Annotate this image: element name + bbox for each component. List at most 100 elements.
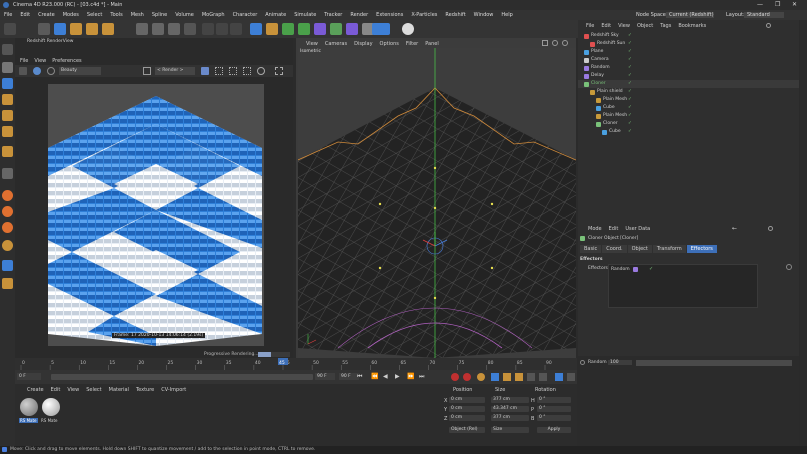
coord-mode-dropdown[interactable]: Object (Rel)	[449, 427, 485, 433]
visibility-check-icon[interactable]: ✓	[628, 105, 632, 110]
rv-grid-icon[interactable]	[215, 67, 223, 75]
menu-extensions[interactable]: Extensions	[376, 12, 403, 18]
redshift-s-icon[interactable]	[2, 222, 13, 233]
minimize-button[interactable]: —	[757, 1, 763, 8]
attr-menu-user-data[interactable]: User Data	[625, 226, 650, 232]
rv-compare-icon[interactable]	[243, 67, 251, 75]
tab-coord[interactable]: Coord.	[602, 245, 627, 253]
render-view-icon[interactable]	[216, 23, 228, 35]
key-pla-icon[interactable]	[539, 373, 547, 381]
key-param-icon[interactable]	[527, 373, 535, 381]
object-row[interactable]: Cube ✓	[578, 104, 799, 112]
menu-simulate[interactable]: Simulate	[294, 12, 316, 18]
redshift-icon[interactable]	[2, 190, 13, 201]
visibility-check-icon[interactable]: ✓	[628, 57, 632, 62]
visibility-check-icon[interactable]: ✓	[628, 113, 632, 118]
goto-end-icon[interactable]: ⏭	[419, 373, 424, 381]
goto-start-icon[interactable]: ⏮	[357, 373, 362, 381]
visibility-check-icon[interactable]: ✓	[628, 65, 632, 70]
tab-object[interactable]: Object	[627, 245, 652, 253]
rv-render-dropdown[interactable]: < Render >	[155, 67, 195, 75]
vp-menu-panel[interactable]: Panel	[425, 41, 439, 47]
object-row[interactable]: Camera ✓	[578, 56, 799, 64]
layout-dropdown[interactable]: Standard	[744, 12, 784, 18]
rv-circle-icon[interactable]	[257, 67, 265, 75]
random-param-slider[interactable]	[636, 360, 792, 366]
key-pos-icon[interactable]	[491, 373, 499, 381]
vp-menu-view[interactable]: View	[306, 41, 318, 47]
cube-icon[interactable]	[250, 23, 262, 35]
play-icon[interactable]: ▶	[395, 373, 400, 380]
current-frame-field[interactable]: 0 F	[17, 373, 41, 380]
menu-tools[interactable]: Tools	[110, 12, 122, 18]
mat-menu-material[interactable]: Material	[109, 387, 129, 393]
random-param-value[interactable]: 100	[608, 360, 632, 365]
timeline-expand-icon[interactable]	[567, 373, 575, 381]
polygons-mode-icon[interactable]	[2, 126, 13, 137]
position-z-field[interactable]: 0 cm	[449, 415, 485, 421]
menu-select[interactable]: Select	[87, 12, 102, 18]
om-menu-view[interactable]: View	[618, 23, 630, 29]
workplane-icon[interactable]	[2, 260, 13, 271]
undo-icon[interactable]	[4, 23, 16, 35]
rv-menu-file[interactable]: File	[20, 58, 28, 64]
object-row[interactable]: Cloner ✓	[578, 80, 799, 88]
lock-icon[interactable]	[2, 278, 13, 289]
points-mode-icon[interactable]	[2, 94, 13, 105]
floor-icon[interactable]	[372, 23, 390, 35]
move-icon[interactable]	[54, 23, 66, 35]
tab-basic[interactable]: Basic	[580, 245, 602, 253]
object-row[interactable]: Cube ✓	[578, 128, 799, 136]
menu-file[interactable]: File	[4, 12, 12, 18]
menu-modes[interactable]: Modes	[63, 12, 79, 18]
mat-menu-select[interactable]: Select	[86, 387, 101, 393]
viewport-zoom-icon[interactable]	[552, 40, 558, 46]
om-menu-bookmarks[interactable]: Bookmarks	[678, 23, 706, 29]
object-row[interactable]: Plain Mesh ✓	[578, 112, 799, 120]
viewport-canvas[interactable]: Isometric	[298, 48, 576, 358]
object-row[interactable]: Redshift Sky ✓	[578, 32, 799, 40]
visibility-check-icon[interactable]: ✓	[628, 121, 632, 126]
menu-volume[interactable]: Volume	[175, 12, 194, 18]
menu-mograph[interactable]: MoGraph	[202, 12, 225, 18]
om-menu-tags[interactable]: Tags	[660, 23, 671, 29]
object-row[interactable]: Redshift Sun ✓	[578, 40, 799, 48]
mat-menu-create[interactable]: Create	[27, 387, 44, 393]
menu-window[interactable]: Window	[474, 12, 494, 18]
vp-menu-options[interactable]: Options	[380, 41, 399, 47]
snap-icon[interactable]	[2, 168, 13, 179]
size-z-field[interactable]: 377 cm	[491, 415, 529, 421]
rotate-icon[interactable]	[86, 23, 98, 35]
om-menu-edit[interactable]: Edit	[601, 23, 611, 29]
menu-animate[interactable]: Animate	[265, 12, 286, 18]
menu-x-particles[interactable]: X-Particles	[411, 12, 437, 18]
tab-transform[interactable]: Transform	[652, 245, 686, 253]
max-frame-field[interactable]: 90 F	[339, 373, 359, 380]
vp-menu-cameras[interactable]: Cameras	[325, 41, 347, 47]
rotation-p-field[interactable]: 0 °	[537, 406, 571, 412]
visibility-check-icon[interactable]: ✓	[628, 33, 632, 38]
visibility-check-icon[interactable]: ✓	[628, 49, 632, 54]
mat-menu-edit[interactable]: Edit	[51, 387, 61, 393]
rotation-h-field[interactable]: 0 °	[537, 397, 571, 403]
apply-button[interactable]: Apply	[537, 427, 571, 433]
rv-menu-preferences[interactable]: Preferences	[52, 58, 81, 64]
subdivision-icon[interactable]	[282, 23, 294, 35]
render-view-image[interactable]: Frame: 17 2020-10-13 14:06:14 (2.19s)	[48, 84, 264, 346]
z-axis-icon[interactable]	[168, 23, 180, 35]
visibility-check-icon[interactable]: ✓	[628, 81, 632, 86]
visibility-check-icon[interactable]: ✓	[628, 97, 632, 102]
mat-menu-texture[interactable]: Texture	[136, 387, 154, 393]
menu-edit[interactable]: Edit	[20, 12, 30, 18]
object-row[interactable]: Plain Mesh ✓	[578, 96, 799, 104]
timeline-options-icon[interactable]	[555, 373, 563, 381]
material-swatch-1[interactable]: RS Mate	[19, 398, 39, 426]
scene-icon[interactable]	[346, 23, 358, 35]
rv-snapshot-icon[interactable]	[19, 67, 27, 75]
rv-lock-icon[interactable]	[201, 67, 209, 75]
menu-redshift[interactable]: Redshift	[445, 12, 465, 18]
effectors-add-icon[interactable]	[786, 264, 792, 270]
menu-tracker[interactable]: Tracker	[324, 12, 342, 18]
object-row[interactable]: Plain shield ✓	[578, 88, 799, 96]
maximize-button[interactable]: ❐	[775, 1, 780, 8]
